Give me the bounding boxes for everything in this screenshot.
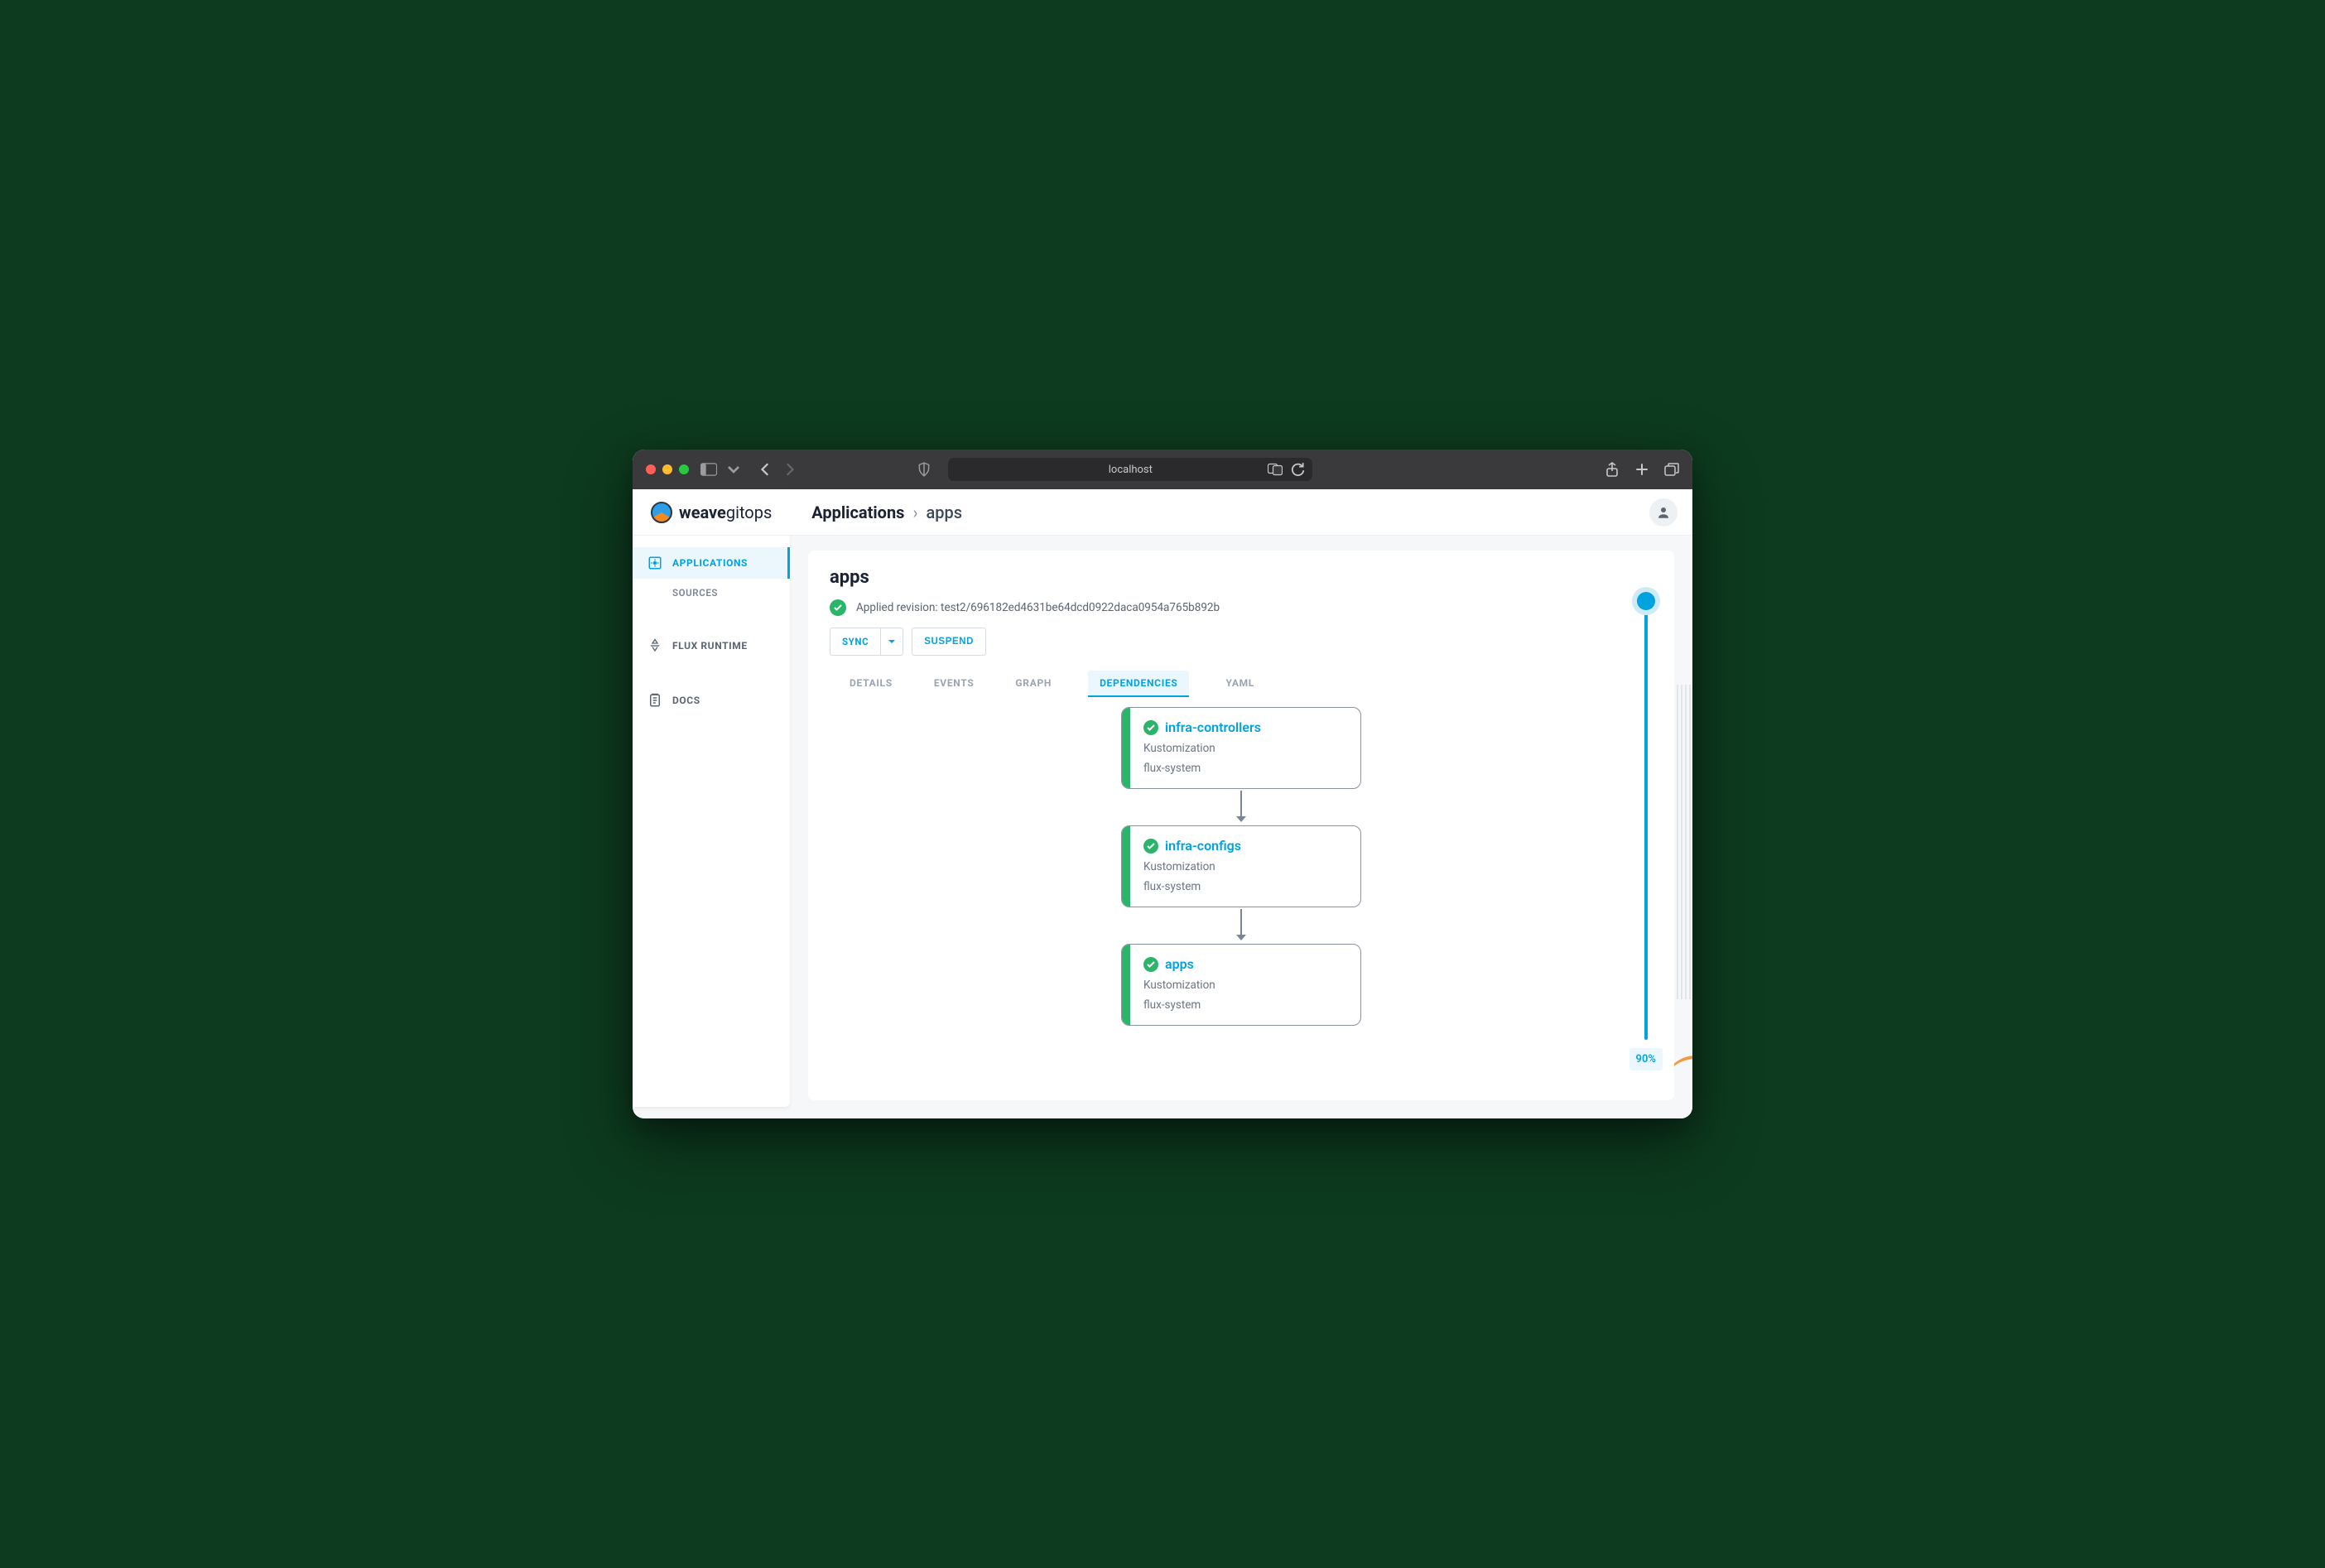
dependency-node[interactable]: infra-controllers Kustomization flux-sys… — [1121, 707, 1361, 789]
check-circle-icon — [1143, 839, 1158, 854]
back-button[interactable] — [758, 462, 773, 477]
sidebar-item-flux-runtime[interactable]: FLUX RUNTIME — [633, 630, 790, 661]
dependency-node[interactable]: apps Kustomization flux-system — [1121, 944, 1361, 1026]
chevron-down-icon — [725, 462, 742, 477]
suspend-button[interactable]: SUSPEND — [912, 628, 986, 656]
share-icon[interactable] — [1605, 462, 1620, 477]
node-kind: Kustomization — [1143, 979, 1215, 992]
applications-icon — [647, 556, 662, 570]
maximize-window-icon[interactable] — [679, 464, 689, 474]
sidebar-item-sources[interactable]: SOURCES — [633, 579, 790, 607]
node-name: infra-configs — [1165, 838, 1241, 854]
browser-window: localhost weavegitops Applications › app… — [633, 450, 1692, 1118]
browser-titlebar: localhost — [633, 450, 1692, 489]
applied-revision-row: Applied revision: test2/696182ed4631be64… — [830, 599, 1653, 616]
check-circle-icon — [1143, 720, 1158, 735]
breadcrumb-leaf: apps — [926, 503, 962, 522]
node-status-bar — [1122, 708, 1130, 788]
caret-down-icon — [888, 637, 896, 646]
chevron-right-icon: › — [912, 503, 917, 522]
sidebar-item-label: FLUX RUNTIME — [672, 640, 748, 652]
sync-button[interactable]: SYNC — [830, 628, 903, 656]
status-text: Applied revision: test2/696182ed4631be64… — [856, 601, 1220, 614]
node-status-bar — [1122, 945, 1130, 1025]
check-circle-icon — [830, 599, 846, 616]
sidebar-item-label: DOCS — [672, 695, 700, 706]
forward-button[interactable] — [782, 462, 797, 477]
node-status-bar — [1122, 826, 1130, 907]
sync-dropdown-caret[interactable] — [881, 630, 903, 653]
node-kind: Kustomization — [1143, 860, 1241, 873]
brand-logo[interactable]: weavegitops — [651, 502, 772, 523]
page-title: apps — [830, 567, 1653, 588]
node-namespace: flux-system — [1143, 998, 1215, 1012]
node-namespace: flux-system — [1143, 880, 1241, 893]
window-controls — [646, 464, 689, 474]
zoom-slider[interactable]: 90% — [1629, 594, 1663, 1070]
tab-events[interactable]: EVENTS — [929, 671, 980, 697]
shield-icon — [917, 462, 931, 477]
tab-graph[interactable]: GRAPH — [1010, 671, 1057, 697]
user-icon — [1656, 505, 1671, 520]
flux-runtime-icon — [647, 638, 662, 653]
translation-icon[interactable] — [1268, 462, 1283, 477]
app-header: weavegitops Applications › apps — [633, 489, 1692, 536]
sidebar-toggle-button[interactable] — [700, 462, 742, 477]
avatar[interactable] — [1649, 498, 1678, 527]
breadcrumb-root[interactable]: Applications — [811, 503, 904, 522]
action-button-row: SYNC SUSPEND — [830, 628, 1653, 656]
zoom-thumb[interactable] — [1637, 592, 1655, 610]
node-name: infra-controllers — [1165, 719, 1261, 735]
close-window-icon[interactable] — [646, 464, 656, 474]
tab-details[interactable]: DETAILS — [845, 671, 898, 697]
check-circle-icon — [1143, 957, 1158, 972]
zoom-value: 90% — [1629, 1048, 1663, 1070]
new-tab-icon[interactable] — [1634, 462, 1649, 477]
tab-bar: DETAILS EVENTS GRAPH DEPENDENCIES YAML — [830, 671, 1653, 697]
sidebar-item-label: SOURCES — [672, 587, 718, 599]
docs-icon — [647, 693, 662, 708]
node-namespace: flux-system — [1143, 762, 1261, 775]
zoom-track[interactable] — [1644, 594, 1648, 1040]
tab-dependencies[interactable]: DEPENDENCIES — [1088, 671, 1189, 697]
minimize-window-icon[interactable] — [662, 464, 672, 474]
sidebar: APPLICATIONS SOURCES FLUX RUNTIME DOCS — [633, 489, 790, 1107]
arrow-down-icon — [1235, 789, 1247, 825]
sidebar-item-label: APPLICATIONS — [672, 557, 748, 569]
address-bar[interactable]: localhost — [948, 458, 1312, 481]
arrow-down-icon — [1235, 907, 1247, 944]
dependency-node[interactable]: infra-configs Kustomization flux-system — [1121, 825, 1361, 907]
reload-icon[interactable] — [1291, 462, 1306, 477]
content-card: apps Applied revision: test2/696182ed463… — [808, 551, 1674, 1100]
sidebar-item-docs[interactable]: DOCS — [633, 685, 790, 716]
main-content: apps Applied revision: test2/696182ed463… — [790, 489, 1692, 1118]
address-text: localhost — [1109, 464, 1153, 476]
node-kind: Kustomization — [1143, 742, 1261, 755]
breadcrumb: Applications › apps — [811, 503, 962, 522]
sidebar-item-applications[interactable]: APPLICATIONS — [633, 547, 790, 579]
tabs-icon[interactable] — [1664, 462, 1679, 477]
tab-yaml[interactable]: YAML — [1220, 671, 1259, 697]
node-name: apps — [1165, 956, 1194, 972]
dependency-diagram[interactable]: infra-controllers Kustomization flux-sys… — [830, 707, 1653, 1026]
logo-mark-icon — [651, 502, 672, 523]
